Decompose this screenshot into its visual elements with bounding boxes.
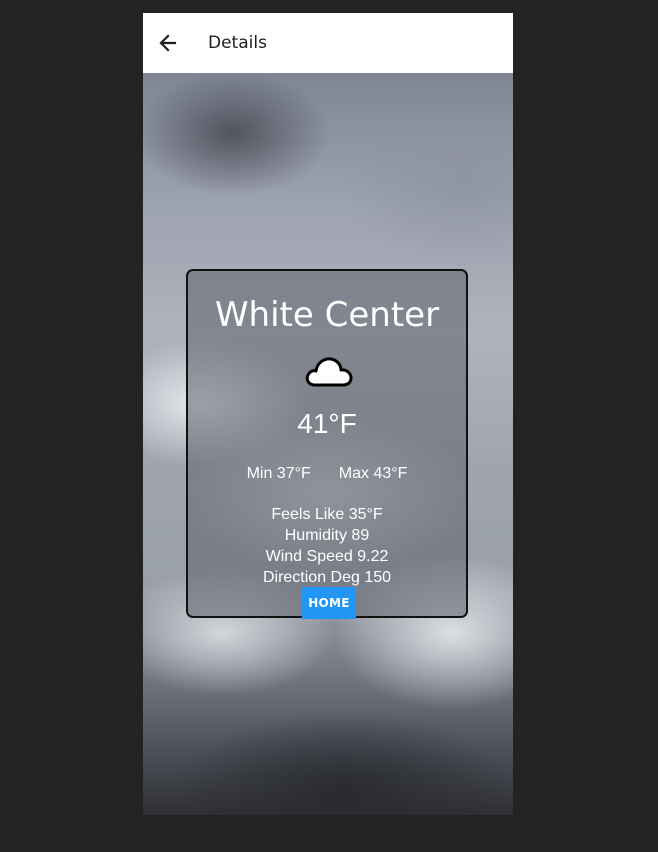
humidity: Humidity 89 [284, 527, 370, 544]
home-button[interactable]: HOME [302, 587, 356, 619]
city-name: White Center [214, 295, 440, 335]
wind-speed: Wind Speed 9.22 [265, 548, 389, 565]
app-frame: Details White Center 41°F Min 37°F Max 4… [143, 13, 513, 815]
app-bar: Details [143, 13, 513, 73]
arrow-left-icon [159, 34, 177, 52]
sky-background: White Center 41°F Min 37°F Max 43°F Feel… [143, 73, 513, 815]
cloud-icon [305, 357, 353, 387]
min-temperature: Min 37°F [246, 465, 311, 482]
wind-direction: Direction Deg 150 [262, 569, 392, 586]
max-temperature: Max 43°F [338, 465, 408, 482]
back-button[interactable] [143, 13, 193, 73]
weather-card: White Center 41°F Min 37°F Max 43°F Feel… [186, 269, 468, 619]
page-title: Details [208, 33, 267, 53]
feels-like: Feels Like 35°F [271, 506, 383, 523]
weather-details: Feels Like 35°F Humidity 89 Wind Speed 9… [188, 504, 466, 588]
current-temperature: 41°F [297, 408, 357, 439]
min-max-row: Min 37°F Max 43°F [188, 465, 466, 483]
